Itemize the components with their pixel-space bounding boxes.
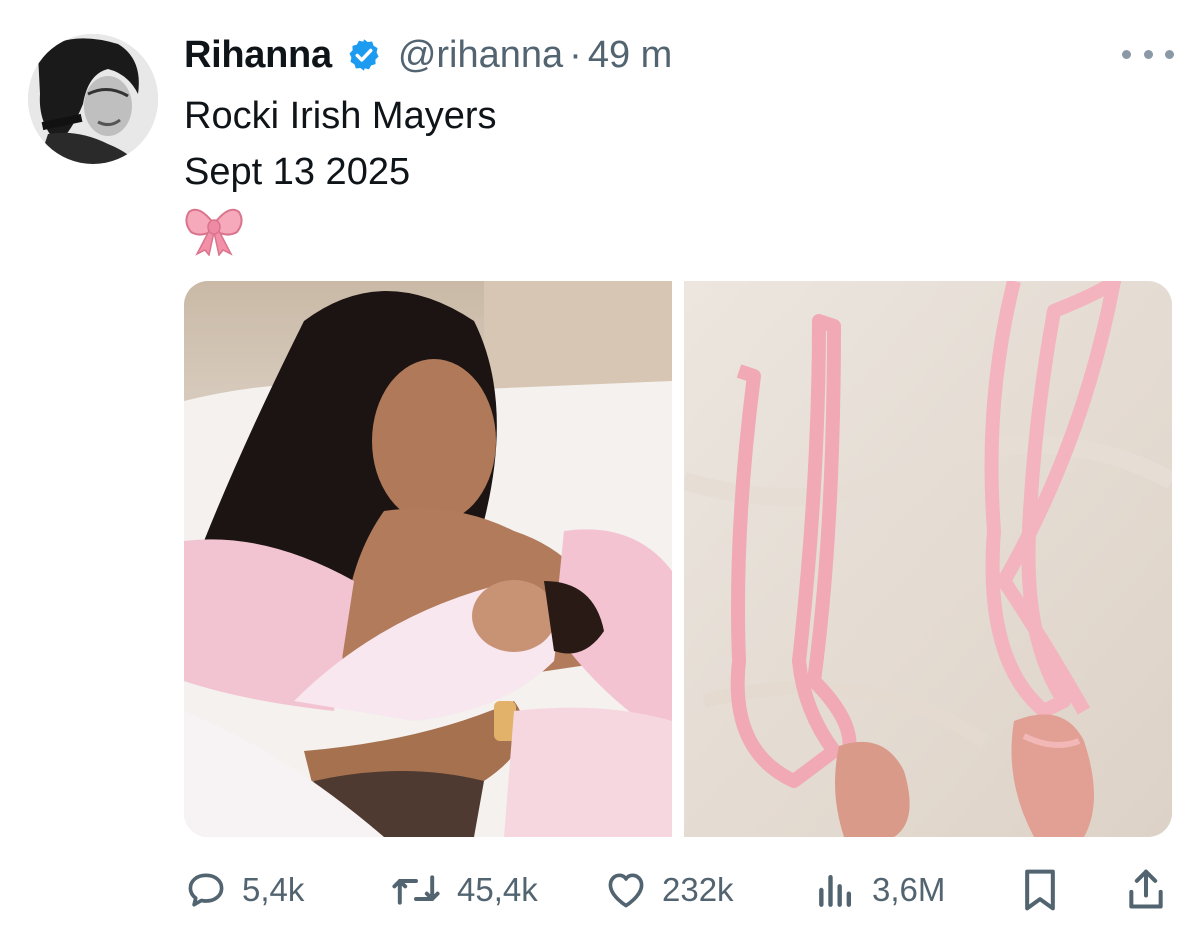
like-count: 232k bbox=[662, 871, 734, 908]
verified-badge-icon[interactable] bbox=[346, 37, 382, 73]
reply-icon bbox=[188, 873, 224, 907]
author-avatar[interactable] bbox=[28, 34, 158, 164]
repost-button[interactable]: 45,4k bbox=[389, 860, 538, 920]
views-button[interactable]: 3,6M bbox=[814, 860, 945, 920]
share-icon bbox=[1129, 869, 1163, 909]
header-separator: · bbox=[569, 33, 582, 76]
tweet-header: Rihanna @rihanna · 49 m bbox=[184, 30, 672, 80]
tweet-action-bar: 5,4k 45,4k 232k 3,6M bbox=[184, 860, 1172, 920]
repost-icon bbox=[392, 875, 440, 905]
views-icon bbox=[819, 874, 852, 907]
more-options-icon[interactable] bbox=[1122, 40, 1174, 68]
tweet-timestamp[interactable]: 49 m bbox=[588, 34, 672, 77]
photo-pink-ribbon-baby-shoes[interactable] bbox=[684, 281, 1172, 837]
share-button[interactable] bbox=[1124, 860, 1168, 920]
tweet-line-name: Rocki Irish Mayers bbox=[184, 95, 497, 137]
views-count: 3,6M bbox=[872, 871, 946, 908]
avatar-image bbox=[28, 34, 158, 164]
pink-bow-emoji bbox=[185, 202, 243, 256]
repost-count: 45,4k bbox=[457, 871, 538, 908]
heart-icon bbox=[608, 873, 644, 908]
like-button[interactable]: 232k bbox=[604, 860, 734, 920]
media-divider bbox=[672, 281, 684, 837]
tweet-media-grid bbox=[184, 281, 1172, 837]
tweet-line-date: Sept 13 2025 bbox=[184, 151, 411, 193]
bookmark-button[interactable] bbox=[1018, 860, 1062, 920]
reply-button[interactable]: 5,4k bbox=[184, 860, 304, 920]
photo-mother-holding-newborn[interactable] bbox=[184, 281, 672, 837]
bookmark-icon bbox=[1025, 869, 1055, 911]
tweet-text: Rocki Irish Mayers Sept 13 2025 bbox=[184, 88, 497, 200]
author-handle[interactable]: @rihanna bbox=[398, 34, 563, 77]
reply-count: 5,4k bbox=[242, 871, 305, 908]
author-name[interactable]: Rihanna bbox=[184, 34, 332, 77]
